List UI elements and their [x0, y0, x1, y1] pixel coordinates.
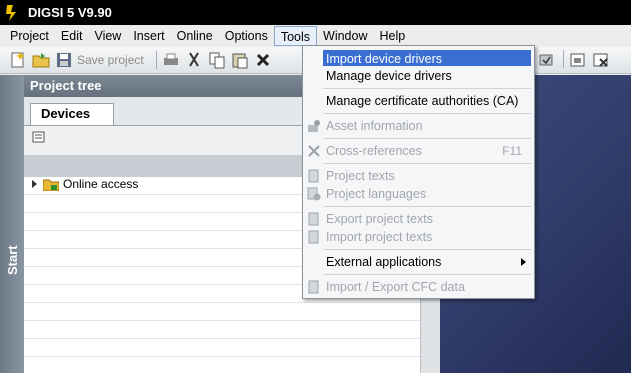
menu-bar: Project Edit View Insert Online Options …: [0, 25, 631, 47]
menu-help[interactable]: Help: [373, 26, 411, 46]
menu-tools[interactable]: Tools: [273, 26, 318, 46]
cut-icon[interactable]: [184, 50, 204, 70]
toolbar-separator: [155, 51, 157, 69]
menu-separator: [323, 163, 531, 164]
menu-separator: [323, 88, 531, 89]
expand-arrow-icon[interactable]: [32, 180, 37, 188]
import-texts-icon: [307, 230, 321, 244]
menu-online[interactable]: Online: [171, 26, 219, 46]
title-bar: DIGSI 5 V9.90: [0, 0, 631, 25]
menu-separator: [323, 249, 531, 250]
menu-separator: [323, 113, 531, 114]
menu-separator: [323, 138, 531, 139]
project-languages-icon: [307, 187, 321, 201]
menu-separator: [323, 274, 531, 275]
menu-view[interactable]: View: [88, 26, 127, 46]
tab-devices[interactable]: Devices: [30, 103, 114, 125]
menu-item-cross-references[interactable]: Cross-references F11: [303, 142, 534, 159]
menu-options[interactable]: Options: [219, 26, 274, 46]
menu-edit[interactable]: Edit: [55, 26, 89, 46]
online-folder-icon: [42, 178, 60, 191]
window-title: DIGSI 5 V9.90: [28, 5, 112, 20]
save-icon[interactable]: [54, 50, 74, 70]
start-sidebar[interactable]: Start: [0, 75, 24, 373]
tree-item-label: Online access: [63, 177, 139, 191]
copy-icon[interactable]: [207, 50, 227, 70]
menu-item-import-project-texts[interactable]: Import project texts: [303, 228, 534, 245]
export-texts-icon: [307, 212, 321, 226]
menu-window[interactable]: Window: [317, 26, 373, 46]
delete-icon[interactable]: [253, 50, 273, 70]
project-texts-icon: [307, 169, 321, 183]
menu-item-external-applications[interactable]: External applications: [303, 253, 534, 270]
start-label: Start: [5, 245, 20, 275]
menu-item-project-languages[interactable]: Project languages: [303, 185, 534, 202]
go-offline-icon[interactable]: [591, 50, 611, 70]
print-icon[interactable]: [161, 50, 181, 70]
paste-icon[interactable]: [230, 50, 250, 70]
menu-separator: [323, 206, 531, 207]
go-online-icon[interactable]: [568, 50, 588, 70]
menu-project[interactable]: Project: [4, 26, 55, 46]
menu-item-manage-certificate-authorities[interactable]: Manage certificate authorities (CA): [303, 92, 534, 109]
shortcut-f11: F11: [502, 143, 522, 158]
open-project-icon[interactable]: [31, 50, 51, 70]
save-project-button[interactable]: Save project: [77, 53, 144, 67]
submenu-arrow-icon: [521, 257, 526, 266]
asset-info-icon: [307, 119, 321, 133]
new-project-icon[interactable]: [8, 50, 28, 70]
menu-insert[interactable]: Insert: [127, 26, 170, 46]
digsi-logo-icon: [4, 3, 22, 23]
menu-item-import-device-drivers[interactable]: Import device drivers: [303, 50, 534, 67]
toolbar-separator-2: [563, 50, 564, 68]
menu-item-asset-information[interactable]: Asset information: [303, 117, 534, 134]
menu-item-export-project-texts[interactable]: Export project texts: [303, 210, 534, 227]
menu-item-project-texts[interactable]: Project texts: [303, 167, 534, 184]
add-device-icon[interactable]: [32, 130, 46, 144]
tools-menu: Import device drivers Manage device driv…: [302, 45, 535, 299]
compile-icon[interactable]: [536, 50, 556, 70]
menu-item-import-export-cfc-data[interactable]: Import / Export CFC data: [303, 278, 534, 295]
cross-references-icon: [307, 144, 321, 158]
menu-item-manage-device-drivers[interactable]: Manage device drivers: [303, 67, 534, 84]
cfc-data-icon: [307, 280, 321, 294]
